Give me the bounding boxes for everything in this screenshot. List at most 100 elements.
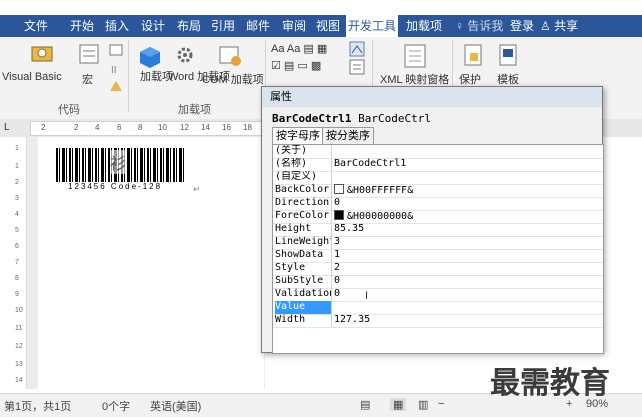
visual-basic-icon: [31, 46, 53, 62]
property-value[interactable]: 0: [334, 288, 340, 300]
com-addins-button[interactable]: COM 加载项: [202, 71, 264, 87]
column-divider: [331, 314, 332, 327]
ruler-number: 1: [15, 163, 19, 170]
template-button[interactable]: 模板: [497, 71, 519, 87]
menu-mailings[interactable]: 邮件: [246, 15, 270, 37]
property-row[interactable]: Value: [273, 301, 603, 315]
ruler-number: 8: [138, 123, 143, 132]
property-name: Style: [275, 262, 306, 273]
horizontal-ruler[interactable]: 2 2 4 6 8 10 12 14 16 18: [30, 121, 262, 136]
property-value[interactable]: 1: [334, 249, 340, 261]
print-layout-icon[interactable]: ▦: [390, 398, 407, 411]
property-row[interactable]: ShowData 1: [273, 249, 603, 263]
template-icon: [499, 44, 517, 66]
ruler-number: 12: [15, 343, 23, 350]
column-divider: [331, 275, 332, 288]
zoom-out-button[interactable]: −: [438, 398, 444, 410]
xml-mapping-button[interactable]: XML 映射窗格: [380, 71, 449, 87]
property-row[interactable]: (关于): [273, 145, 603, 159]
tab-alphabetic[interactable]: 按字母序: [272, 127, 324, 145]
menu-references[interactable]: 引用: [211, 15, 235, 37]
ruler-number: 14: [15, 377, 23, 384]
property-value-text: BarCodeCtrl1: [334, 158, 407, 169]
group-addins-label: 加载项: [178, 104, 211, 116]
property-value-text: 0: [334, 288, 341, 299]
group-code-label: 代码: [58, 104, 80, 116]
property-row[interactable]: Direction 0: [273, 197, 603, 211]
property-row[interactable]: SubStyle 0: [273, 275, 603, 289]
login-link[interactable]: 登录: [510, 15, 534, 37]
property-value[interactable]: 127.35: [334, 314, 370, 326]
property-row[interactable]: (自定义): [273, 171, 603, 185]
language-indicator[interactable]: 英语(美国): [150, 398, 201, 414]
macro-icon: [79, 44, 99, 64]
property-name: Height: [275, 223, 312, 234]
watermark-logo: 最需教育: [490, 366, 610, 401]
column-divider: [331, 288, 332, 301]
control-checkbox-icons[interactable]: ☑ ▤ ▭ ▩: [271, 59, 321, 72]
property-value[interactable]: 2: [334, 262, 340, 274]
word-count[interactable]: 0个字: [102, 398, 130, 414]
properties-grid[interactable]: (关于) (名称) BarCodeCtrl1 (自定义) BackColor &H00FF…: [272, 144, 604, 354]
property-value[interactable]: 0: [334, 197, 340, 209]
ruler-number: 10: [158, 123, 167, 132]
property-value-text: 1: [334, 249, 341, 260]
property-name: SubStyle: [275, 275, 324, 286]
property-row[interactable]: (名称) BarCodeCtrl1: [273, 158, 603, 172]
menu-addins[interactable]: 加载项: [406, 15, 442, 37]
menu-review[interactable]: 审阅: [282, 15, 306, 37]
menu-insert[interactable]: 插入: [105, 15, 129, 37]
color-swatch-icon: [334, 184, 344, 194]
property-row[interactable]: BackColor &H00FFFFFF&: [273, 184, 603, 198]
control-aa-icons[interactable]: Aa Aa ▤ ▦: [271, 42, 327, 55]
menu-view[interactable]: 视图: [316, 15, 340, 37]
ruler-number: 13: [15, 361, 23, 368]
property-name: LineWeight: [275, 236, 331, 247]
macro-button[interactable]: 宏: [82, 71, 93, 87]
barcode-text: 123456 Code-128: [68, 182, 163, 191]
menu-layout[interactable]: 布局: [177, 15, 201, 37]
property-row[interactable]: Width 127.35: [273, 314, 603, 328]
page-count[interactable]: 第1页，共1页: [4, 398, 71, 414]
vertical-ruler[interactable]: 1 1 2 3 4 5 6 7 8 9 10 11 12 13 14: [14, 137, 27, 389]
tab-categorized[interactable]: 按分类序: [322, 127, 374, 145]
property-value[interactable]: 85.35: [334, 223, 364, 235]
properties-title[interactable]: 属性: [262, 87, 602, 107]
ruler-number: 2: [41, 123, 46, 132]
visual-basic-button[interactable]: Visual Basic: [2, 71, 62, 83]
lightbulb-icon: ♀: [455, 19, 464, 33]
object-selector[interactable]: BarCodeCtrl1 BarCodeCtrl: [272, 112, 431, 125]
menu-file[interactable]: 文件: [24, 15, 48, 37]
properties-window[interactable]: 属性 BarCodeCtrl1 BarCodeCtrl 按字母序 按分类序 (关…: [261, 86, 604, 354]
design-mode-icon[interactable]: [349, 41, 365, 57]
column-divider: [331, 262, 332, 275]
web-layout-icon[interactable]: ▥: [418, 398, 428, 411]
menu-design[interactable]: 设计: [141, 15, 165, 37]
ruler-number: 14: [201, 123, 210, 132]
menu-developer[interactable]: 开发工具: [346, 15, 398, 37]
share-button[interactable]: ♙ 共享: [540, 15, 578, 37]
protect-button[interactable]: 保护: [459, 71, 481, 87]
ruler-number: 3: [15, 195, 19, 202]
property-row[interactable]: LineWeight 3: [273, 236, 603, 250]
tab-selector-icon[interactable]: L: [4, 122, 10, 133]
property-row[interactable]: ForeColor &H00000000&: [273, 210, 603, 224]
ruler-number: 5: [15, 227, 19, 234]
ruler-number: 18: [243, 123, 252, 132]
ruler-number: 10: [15, 307, 23, 314]
properties-icon[interactable]: [349, 59, 365, 75]
property-value[interactable]: &H00000000&: [334, 210, 413, 223]
read-mode-icon[interactable]: ▤: [360, 398, 370, 411]
property-value[interactable]: 3: [334, 236, 340, 248]
property-value-text: 127.35: [334, 314, 371, 325]
property-value[interactable]: 0: [334, 275, 340, 287]
property-row[interactable]: Validation 0: [273, 288, 603, 302]
menu-home[interactable]: 开始: [70, 15, 94, 37]
property-row[interactable]: Height 85.35: [273, 223, 603, 237]
object-type: BarCodeCtrl: [358, 112, 431, 125]
property-value[interactable]: &H00FFFFFF&: [334, 184, 413, 197]
property-row[interactable]: Style 2: [273, 262, 603, 276]
property-value[interactable]: BarCodeCtrl1: [334, 158, 406, 170]
column-divider: [331, 236, 332, 249]
tell-me-search[interactable]: ♀ 告诉我: [455, 15, 503, 37]
